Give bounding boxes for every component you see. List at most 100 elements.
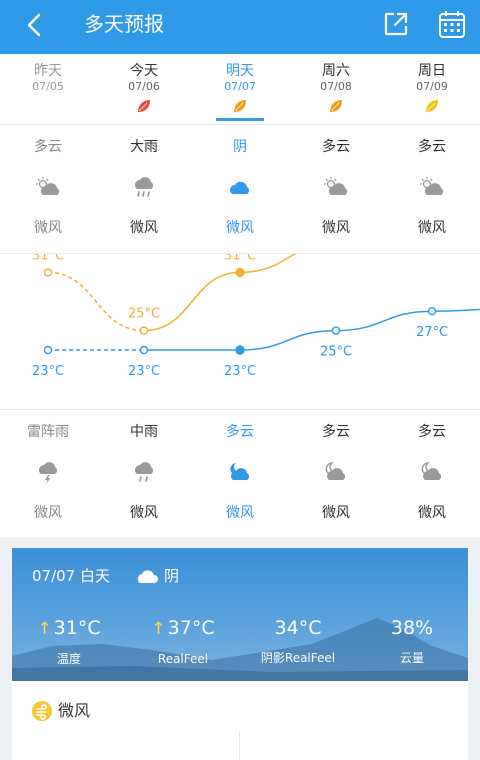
wind-label: 微风 bbox=[418, 505, 446, 521]
stat-realfeel: ↑ 37°C RealFeel bbox=[140, 616, 226, 667]
share-icon[interactable] bbox=[382, 10, 410, 38]
day-date: 07/09 bbox=[416, 80, 448, 93]
low-temp-label: 23°C bbox=[128, 364, 160, 379]
wind-label: 微风 bbox=[34, 505, 62, 521]
leaf-icon bbox=[234, 100, 246, 112]
day-date: 07/07 bbox=[224, 80, 256, 93]
leaf-icon bbox=[330, 100, 342, 112]
condition-label: 阴 bbox=[233, 139, 247, 155]
divider bbox=[239, 731, 240, 760]
wind-label: 微风 bbox=[130, 505, 158, 521]
stat-label: 温度 bbox=[56, 652, 81, 666]
up-arrow-icon: ↑ bbox=[37, 619, 52, 639]
wind-label: 微风 bbox=[322, 220, 350, 236]
low-temp-label: 25°C bbox=[320, 345, 352, 360]
thunderstorm-icon bbox=[39, 462, 58, 484]
calendar-icon[interactable] bbox=[438, 9, 466, 39]
stat-shade-realfeel: 34°C 阴影RealFeel bbox=[250, 616, 346, 666]
day-name: 昨天 bbox=[34, 63, 62, 79]
heavy-rain-icon bbox=[135, 177, 154, 197]
high-temp-point bbox=[235, 267, 245, 278]
day-name: 周六 bbox=[322, 63, 350, 79]
day-tabs: 昨天 07/05 今天 07/06 明天 07/07 周六 07/08 周日 0… bbox=[0, 54, 480, 125]
condition-label: 中雨 bbox=[130, 424, 158, 440]
wind-label: 微风 bbox=[322, 505, 350, 521]
temperature-chart: 31°C25°C31°C34°C34°C23°C23°C23°C25°C27°C bbox=[0, 254, 480, 410]
low-temp-point bbox=[43, 345, 53, 355]
selected-tab-indicator bbox=[216, 118, 264, 121]
detail-heading: 07/07 白天 bbox=[32, 567, 110, 585]
partly-cloudy-day-icon bbox=[36, 177, 60, 195]
high-temp-point bbox=[43, 268, 53, 277]
high-temp-line-past bbox=[47, 271, 145, 332]
tab-day-yesterday[interactable]: 昨天 07/05 bbox=[0, 54, 96, 124]
condition-label: 多云 bbox=[418, 424, 446, 440]
stat-temperature: ↑ 31°C 温度 bbox=[34, 616, 104, 667]
cloud-icon bbox=[137, 570, 158, 583]
day-date: 07/06 bbox=[128, 80, 160, 93]
overcast-cloud-icon bbox=[230, 181, 250, 194]
stat-label: 云量 bbox=[399, 651, 424, 665]
page-title: 多天预报 bbox=[84, 12, 164, 36]
wind-card: 微风 bbox=[12, 681, 468, 760]
partly-cloudy-night-icon bbox=[421, 462, 442, 480]
day-date: 07/05 bbox=[32, 80, 64, 93]
wind-label: 微风 bbox=[34, 220, 62, 236]
detail-condition: 阴 bbox=[164, 567, 180, 585]
day-name: 明天 bbox=[226, 63, 254, 79]
condition-label: 多云 bbox=[34, 139, 62, 155]
low-temp-point bbox=[235, 345, 245, 355]
high-temp-label: 31°C bbox=[32, 254, 64, 263]
app-bar: 多天预报 bbox=[0, 0, 480, 54]
stat-value: 34°C bbox=[274, 617, 322, 639]
condition-label: 多云 bbox=[418, 139, 446, 155]
back-arrow-icon[interactable] bbox=[20, 10, 50, 40]
stat-value: 38% bbox=[390, 617, 434, 639]
stat-label: RealFeel bbox=[157, 652, 209, 666]
night-forecast-row: 雷阵雨 微风 中雨 微风 多云 微风 多云 微风 多云 微风 bbox=[0, 410, 480, 537]
wind-label: 微风 bbox=[418, 220, 446, 236]
wind-label: 微风 bbox=[226, 220, 254, 236]
day-name: 周日 bbox=[418, 63, 446, 79]
low-temp-label: 27°C bbox=[416, 325, 448, 340]
wind-label: 微风 bbox=[130, 220, 158, 236]
high-temp-label: 31°C bbox=[224, 254, 256, 263]
tab-day-today[interactable]: 今天 07/06 bbox=[96, 54, 192, 124]
stat-cloud-cover: 38% 云量 bbox=[382, 616, 442, 666]
stat-label: 阴影RealFeel bbox=[260, 651, 336, 665]
low-temp-label: 23°C bbox=[224, 364, 256, 379]
high-temp-label: 25°C bbox=[128, 307, 160, 322]
stat-value: 31°C bbox=[53, 617, 101, 639]
condition-label: 大雨 bbox=[130, 139, 158, 155]
day-date: 07/08 bbox=[320, 80, 352, 93]
high-temp-point bbox=[139, 326, 149, 335]
tab-day-saturday[interactable]: 周六 07/08 bbox=[288, 54, 384, 124]
low-temp-label: 23°C bbox=[32, 364, 64, 379]
condition-label: 雷阵雨 bbox=[27, 424, 69, 440]
partly-cloudy-night-icon bbox=[325, 462, 346, 480]
partly-cloudy-day-icon bbox=[324, 177, 348, 195]
partly-cloudy-night-icon bbox=[230, 463, 250, 480]
condition-label: 多云 bbox=[322, 139, 350, 155]
low-temp-point bbox=[139, 345, 149, 355]
leaf-icon bbox=[426, 100, 438, 112]
wind-label: 微风 bbox=[58, 701, 91, 720]
stat-value: 37°C bbox=[167, 617, 215, 639]
up-arrow-icon: ↑ bbox=[151, 619, 166, 639]
wind-icon bbox=[32, 701, 52, 721]
condition-label: 多云 bbox=[322, 424, 350, 440]
leaf-icon bbox=[138, 100, 150, 112]
condition-label: 多云 bbox=[226, 424, 254, 440]
detail-card: 07/07 白天 阴 ↑ 31°C 温度 ↑ 37°C RealFeel 34°C … bbox=[12, 548, 468, 681]
tab-day-tomorrow[interactable]: 明天 07/07 bbox=[192, 54, 288, 124]
temperature-chart-svg: 31°C25°C31°C34°C34°C23°C23°C23°C25°C27°C bbox=[32, 254, 480, 379]
tab-day-sunday[interactable]: 周日 07/09 bbox=[384, 54, 480, 124]
moderate-rain-icon bbox=[135, 462, 154, 482]
daytime-forecast-row: 多云 微风 大雨 微风 阴 微风 多云 微风 多云 微风 bbox=[0, 125, 480, 254]
low-temp-point bbox=[331, 326, 341, 335]
day-name: 今天 bbox=[130, 63, 158, 79]
low-temp-point bbox=[427, 307, 437, 316]
wind-label: 微风 bbox=[226, 505, 254, 521]
high-temp-line bbox=[143, 254, 297, 332]
partly-cloudy-day-icon bbox=[420, 177, 444, 195]
